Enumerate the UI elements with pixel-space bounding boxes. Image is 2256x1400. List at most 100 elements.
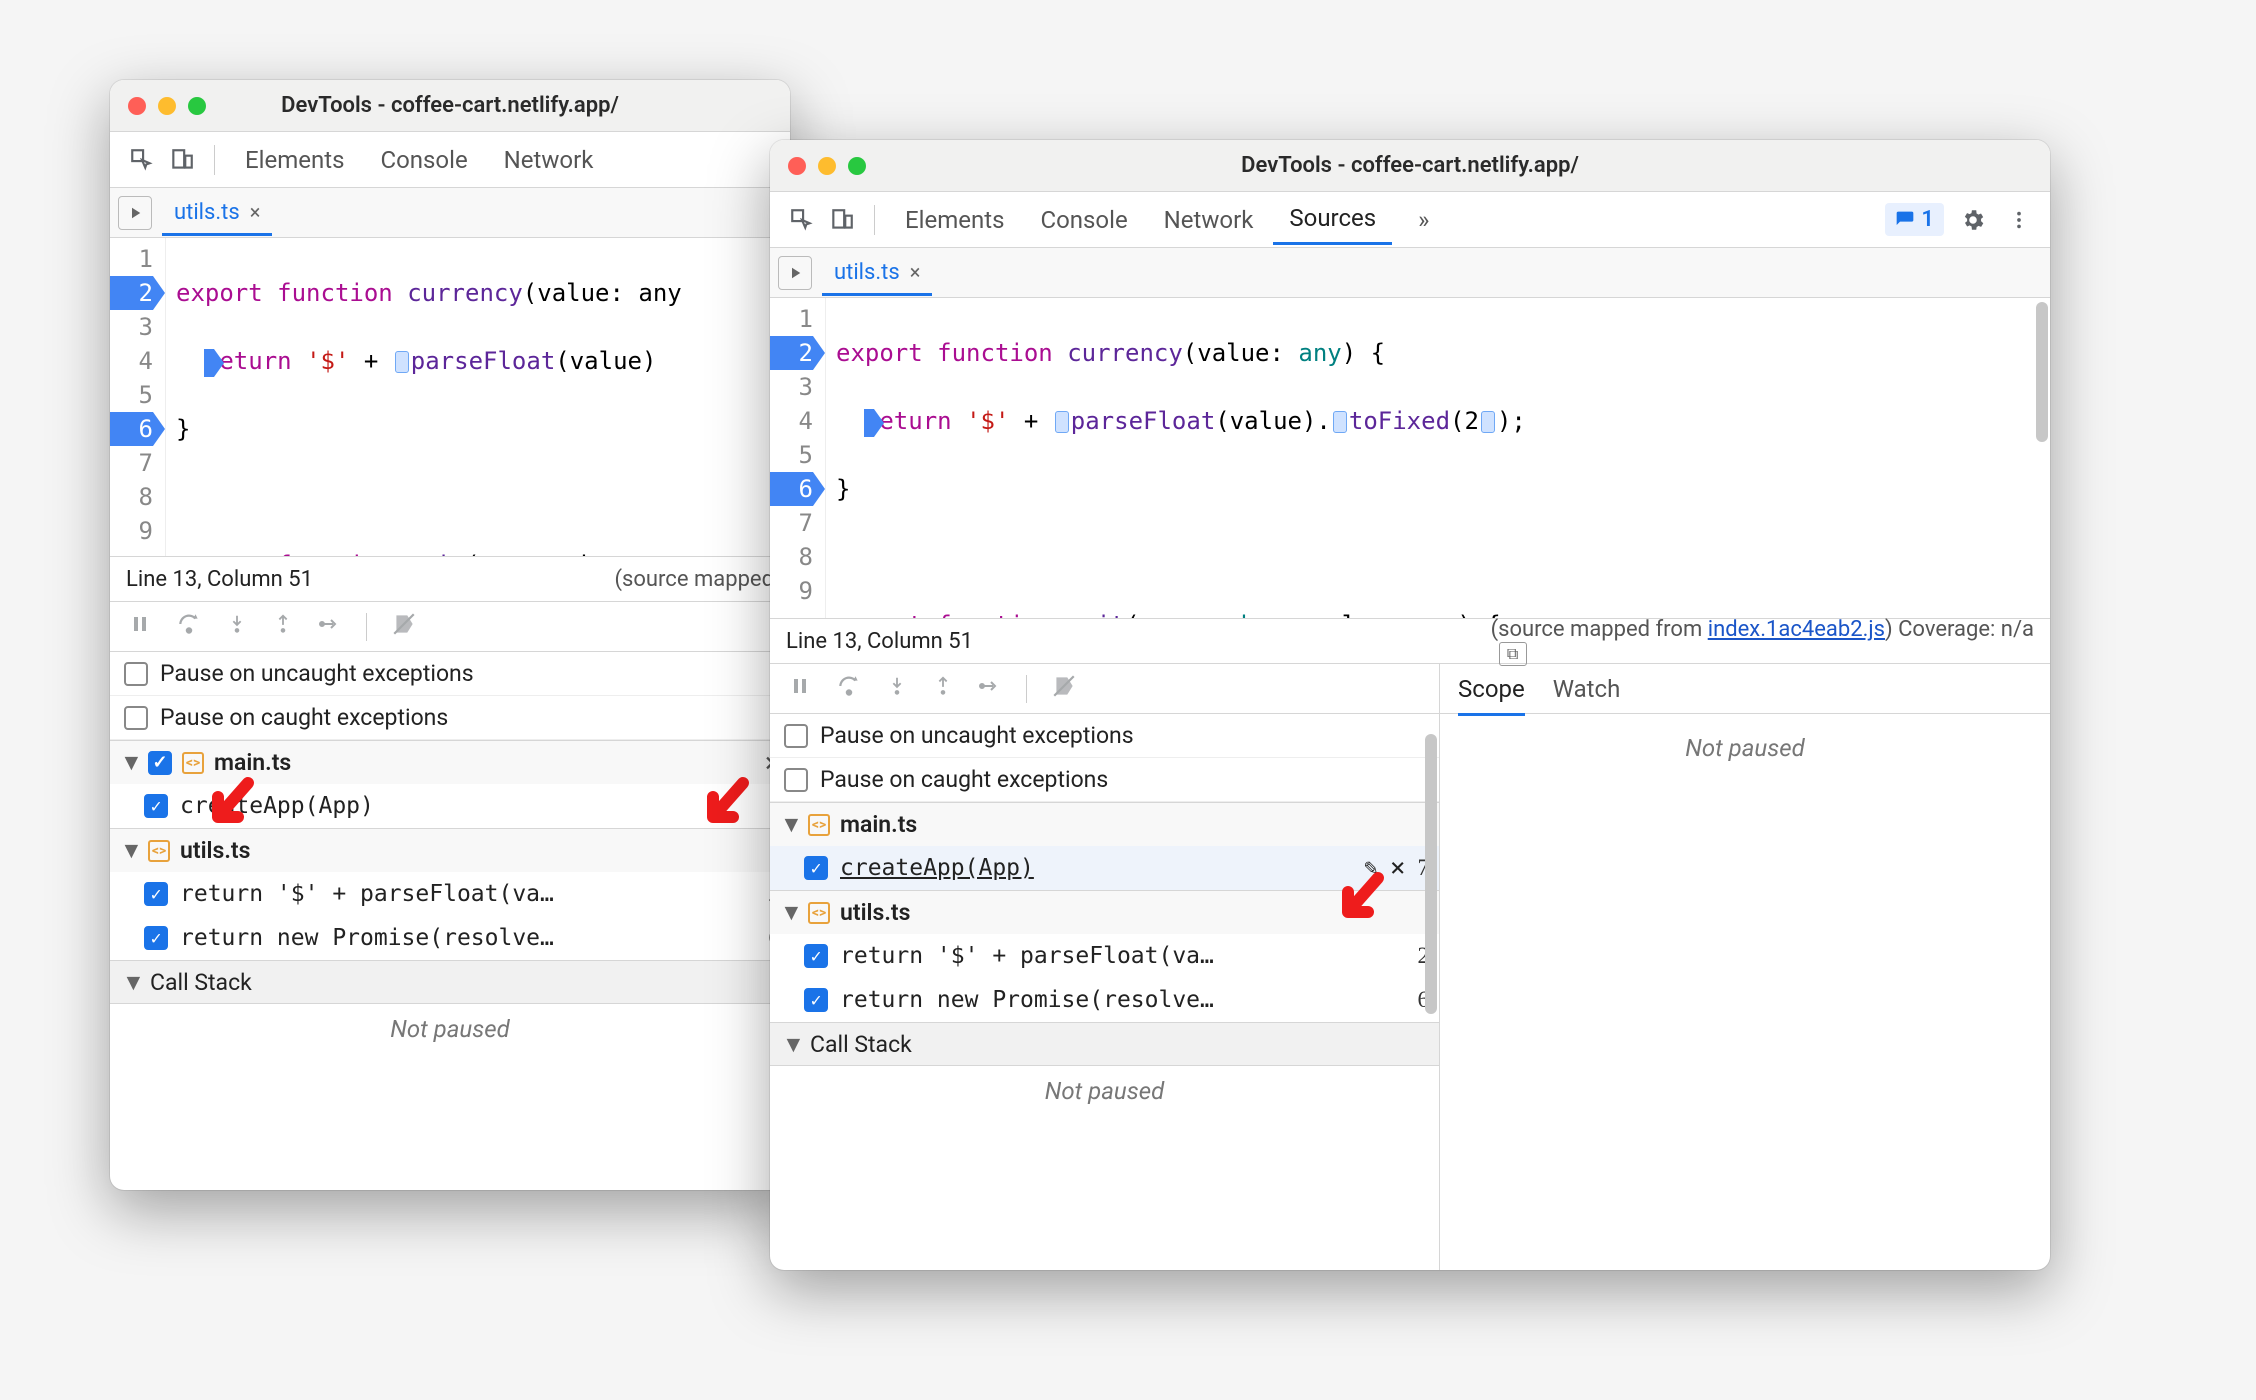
breakpoint-checkbox[interactable]	[804, 988, 828, 1012]
breakpoint-line-2[interactable]: 2	[110, 276, 153, 310]
breakpoint-checkbox[interactable]	[144, 794, 168, 818]
breakpoint-label: return new Promise(resolve…	[840, 987, 1406, 1013]
issues-badge[interactable]: 1	[1885, 203, 1944, 236]
breakpoint-label: createApp(App)	[180, 793, 757, 819]
traffic-lights	[788, 157, 866, 175]
show-navigator-icon[interactable]	[118, 196, 152, 230]
step-out-icon[interactable]	[932, 675, 954, 703]
deactivate-breakpoints-icon[interactable]	[1051, 673, 1077, 705]
device-toolbar-icon[interactable]	[164, 142, 200, 178]
pause-icon[interactable]	[128, 612, 152, 642]
file-tab-utils[interactable]: utils.ts ×	[822, 250, 932, 296]
remove-breakpoint-icon[interactable]: ×	[1390, 853, 1406, 883]
kebab-menu-icon[interactable]	[2002, 203, 2036, 237]
breakpoint-item[interactable]: return new Promise(resolve… 6	[770, 978, 1439, 1022]
step-over-icon[interactable]	[176, 611, 202, 643]
minimize-window-icon[interactable]	[818, 157, 836, 175]
breakpoint-group-utils[interactable]: ▼ <> utils.ts	[770, 890, 1439, 934]
step-over-icon[interactable]	[836, 673, 862, 705]
editor-status-bar: Line 13, Column 51 (source mapped from i…	[770, 618, 2050, 664]
source-map-link[interactable]: index.1ac4eab2.js	[1708, 617, 1885, 642]
callstack-header[interactable]: ▼ Call Stack	[110, 960, 790, 1004]
breakpoint-group-utils[interactable]: ▼ <> utils.ts	[110, 828, 790, 872]
pause-caught-row[interactable]: Pause on caught exceptions	[770, 758, 1439, 802]
step-icon[interactable]	[978, 674, 1002, 704]
edit-breakpoint-icon[interactable]: ✎	[1364, 855, 1378, 881]
breakpoint-item[interactable]: createApp(App) ✎ × 7	[770, 846, 1439, 890]
pause-uncaught-checkbox[interactable]	[784, 724, 808, 748]
tab-elements[interactable]: Elements	[889, 196, 1020, 244]
scrollbar[interactable]	[1425, 734, 1437, 1014]
disclosure-icon[interactable]: ▼	[780, 899, 798, 926]
zoom-window-icon[interactable]	[188, 97, 206, 115]
source-mapped-note: (source mapped	[615, 567, 775, 592]
close-window-icon[interactable]	[788, 157, 806, 175]
breakpoint-label[interactable]: createApp(App)	[840, 855, 1352, 881]
breakpoint-item[interactable]: return '$' + parseFloat(va… 2	[110, 872, 790, 916]
breakpoint-checkbox[interactable]	[144, 882, 168, 906]
breakpoint-line-6[interactable]: 6	[770, 472, 813, 506]
breakpoint-group-main[interactable]: ▼ <> main.ts ×	[110, 740, 790, 784]
breakpoint-group-checkbox[interactable]	[148, 751, 172, 775]
pause-caught-checkbox[interactable]	[124, 706, 148, 730]
file-tab-utils[interactable]: utils.ts ×	[162, 190, 272, 236]
step-into-icon[interactable]	[886, 675, 908, 703]
pause-icon[interactable]	[788, 674, 812, 704]
tab-network[interactable]: Network	[1148, 196, 1270, 244]
callstack-header[interactable]: ▼ Call Stack	[770, 1022, 1439, 1066]
tab-console[interactable]: Console	[1024, 196, 1143, 244]
breakpoint-checkbox[interactable]	[804, 944, 828, 968]
step-into-icon[interactable]	[226, 613, 248, 641]
file-tab-label: utils.ts	[174, 200, 240, 225]
disclosure-icon[interactable]: ▼	[780, 811, 798, 838]
deactivate-breakpoints-icon[interactable]	[391, 611, 417, 643]
step-out-icon[interactable]	[272, 613, 294, 641]
pause-caught-checkbox[interactable]	[784, 768, 808, 792]
coverage-toggle-icon[interactable]: ⧉	[1499, 642, 1527, 666]
step-icon[interactable]	[318, 612, 342, 642]
disclosure-icon[interactable]: ▼	[120, 837, 138, 864]
breakpoint-line-6[interactable]: 6	[110, 412, 153, 446]
close-tab-icon[interactable]: ×	[250, 200, 261, 224]
minimize-window-icon[interactable]	[158, 97, 176, 115]
code-editor[interactable]: 1 2 3 4 5 6 7 8 9 export function curren…	[110, 238, 790, 556]
pause-uncaught-checkbox[interactable]	[124, 662, 148, 686]
disclosure-icon[interactable]: ▼	[782, 1031, 800, 1058]
show-navigator-icon[interactable]	[778, 256, 812, 290]
breakpoint-group-main[interactable]: ▼ <> main.ts	[770, 802, 1439, 846]
close-window-icon[interactable]	[128, 97, 146, 115]
titlebar: DevTools - coffee-cart.netlify.app/	[110, 80, 790, 132]
devtools-window-back: DevTools - coffee-cart.netlify.app/ Elem…	[110, 80, 790, 1190]
issues-count: 1	[1921, 207, 1934, 232]
tab-sources[interactable]: Sources	[1273, 194, 1392, 245]
device-toolbar-icon[interactable]	[824, 202, 860, 238]
breakpoint-checkbox[interactable]	[804, 856, 828, 880]
settings-icon[interactable]	[1956, 203, 1990, 237]
scrollbar[interactable]	[2036, 302, 2048, 442]
window-title: DevTools - coffee-cart.netlify.app/	[770, 153, 2050, 178]
tab-scope[interactable]: Scope	[1458, 675, 1525, 716]
pause-caught-row[interactable]: Pause on caught exceptions	[110, 696, 790, 740]
zoom-window-icon[interactable]	[848, 157, 866, 175]
breakpoint-checkbox[interactable]	[144, 926, 168, 950]
tab-network[interactable]: Network	[488, 136, 610, 184]
code-editor[interactable]: 1 2 3 4 5 6 7 8 9 export function curren…	[770, 298, 2050, 618]
debugger-controls	[110, 602, 790, 652]
disclosure-icon[interactable]: ▼	[122, 969, 140, 996]
tabs-overflow[interactable]: »	[1402, 196, 1445, 244]
pause-uncaught-row[interactable]: Pause on uncaught exceptions	[770, 714, 1439, 758]
inspect-element-icon[interactable]	[784, 202, 820, 238]
tab-watch[interactable]: Watch	[1553, 675, 1621, 703]
tab-elements[interactable]: Elements	[229, 136, 360, 184]
breakpoint-item[interactable]: return '$' + parseFloat(va… 2	[770, 934, 1439, 978]
pause-uncaught-row[interactable]: Pause on uncaught exceptions	[110, 652, 790, 696]
disclosure-icon[interactable]: ▼	[120, 749, 138, 776]
inspect-element-icon[interactable]	[124, 142, 160, 178]
tab-console[interactable]: Console	[364, 136, 483, 184]
breakpoint-group-label: utils.ts	[180, 837, 250, 864]
breakpoint-label: return '$' + parseFloat(va…	[840, 943, 1406, 969]
close-tab-icon[interactable]: ×	[910, 260, 921, 284]
breakpoint-item[interactable]: return new Promise(resolve… 6	[110, 916, 790, 960]
breakpoint-line-2[interactable]: 2	[770, 336, 813, 370]
breakpoint-item[interactable]: createApp(App) 7	[110, 784, 790, 828]
